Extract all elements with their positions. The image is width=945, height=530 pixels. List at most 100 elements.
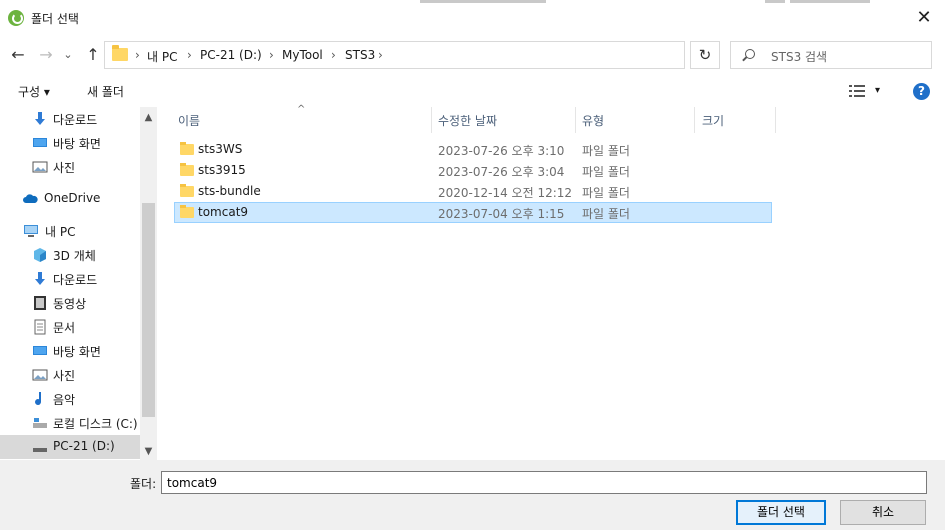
folder-icon xyxy=(180,184,194,197)
column-divider[interactable] xyxy=(775,107,776,133)
sidebar-item-downloads[interactable]: 다운로드 xyxy=(0,107,140,131)
computer-icon xyxy=(24,225,38,237)
recent-locations-chevron-icon[interactable]: ⌄ xyxy=(62,45,74,65)
search-icon xyxy=(745,49,755,59)
file-modified: 2023-07-04 오후 1:15 xyxy=(438,207,565,221)
background-window-edge xyxy=(420,0,546,3)
sidebar-item-drive-d[interactable]: PC-21 (D:) xyxy=(0,435,140,459)
folder-icon xyxy=(180,205,194,218)
file-modified: 2023-07-26 오후 3:10 xyxy=(438,144,565,158)
back-arrow-icon[interactable]: ← xyxy=(8,45,28,65)
sidebar-item-local-disk-c[interactable]: 로컬 디스크 (C:) xyxy=(0,411,140,435)
download-icon xyxy=(35,112,45,125)
music-icon xyxy=(35,392,42,406)
file-modified: 2020-12-14 오전 12:12 xyxy=(438,186,573,200)
file-row[interactable]: sts-bundle 2020-12-14 오전 12:12 파일 폴더 xyxy=(174,181,772,202)
column-header-type[interactable]: 유형 xyxy=(582,112,604,129)
sidebar-item-downloads-2[interactable]: 다운로드 xyxy=(0,267,140,291)
up-arrow-icon[interactable]: ↑ xyxy=(83,45,103,65)
3d-objects-icon xyxy=(34,248,46,262)
file-type: 파일 폴더 xyxy=(582,207,630,221)
file-list: ^ 이름 수정한 날짜 유형 크기 sts3WS 2023-07-26 오후 3… xyxy=(157,104,945,460)
sidebar-item-desktop[interactable]: 바탕 화면 xyxy=(0,131,140,155)
breadcrumb-sts3[interactable]: STS3 xyxy=(345,48,375,62)
folder-icon xyxy=(180,142,194,155)
cloud-icon xyxy=(23,194,38,203)
sidebar-item-label: 음악 xyxy=(53,393,76,407)
breadcrumb-drive-d[interactable]: PC-21 (D:) xyxy=(200,48,262,62)
sidebar-item-label: OneDrive xyxy=(44,191,101,205)
cancel-button[interactable]: 취소 xyxy=(840,500,926,525)
file-modified: 2023-07-26 오후 3:04 xyxy=(438,165,565,179)
column-divider[interactable] xyxy=(575,107,576,133)
file-name: tomcat9 xyxy=(198,205,249,219)
file-row-selected[interactable]: tomcat9 2023-07-04 오후 1:15 파일 폴더 xyxy=(174,202,772,223)
breadcrumb-separator: › xyxy=(331,48,336,62)
file-type: 파일 폴더 xyxy=(582,186,630,200)
file-name: sts3WS xyxy=(198,142,243,156)
sidebar-item-label: 3D 개체 xyxy=(53,249,96,263)
sidebar-item-onedrive[interactable]: OneDrive xyxy=(0,187,140,211)
sidebar-item-label: 바탕 화면 xyxy=(53,345,101,359)
scroll-down-arrow-icon[interactable]: ▼ xyxy=(140,443,157,460)
refresh-icon[interactable]: ↻ xyxy=(690,41,720,69)
command-toolbar: 구성 ▾ 새 폴더 ▾ ? xyxy=(0,76,945,107)
document-icon xyxy=(34,319,46,335)
sidebar-item-label: PC-21 (D:) xyxy=(53,439,115,453)
sidebar-item-label: 문서 xyxy=(53,321,76,335)
close-button[interactable]: ✕ xyxy=(911,7,937,31)
file-row[interactable]: sts3915 2023-07-26 오후 3:04 파일 폴더 xyxy=(174,160,772,181)
breadcrumb-separator: › xyxy=(378,48,383,62)
new-folder-button[interactable]: 새 폴더 xyxy=(87,83,124,100)
pictures-icon xyxy=(32,369,48,381)
download-icon xyxy=(35,272,45,285)
sort-ascending-caret-icon: ^ xyxy=(297,104,306,115)
sidebar-item-label: 동영상 xyxy=(53,297,87,311)
video-icon xyxy=(34,296,46,310)
column-header-size[interactable]: 크기 xyxy=(702,112,724,129)
organize-button[interactable]: 구성 ▾ xyxy=(18,83,50,100)
breadcrumb-separator: › xyxy=(187,48,192,62)
sidebar-item-pictures[interactable]: 사진 xyxy=(0,155,140,179)
navigation-bar: ← → ⌄ ↑ › 내 PC › PC-21 (D:) › MyTool › S… xyxy=(0,37,945,76)
help-icon[interactable]: ? xyxy=(913,83,930,100)
file-row[interactable]: sts3WS 2023-07-26 오후 3:10 파일 폴더 xyxy=(174,139,772,160)
sidebar-item-documents[interactable]: 문서 xyxy=(0,315,140,339)
view-dropdown-chevron-icon[interactable]: ▾ xyxy=(875,85,880,96)
file-name: sts3915 xyxy=(198,163,246,177)
pictures-icon xyxy=(32,161,48,173)
background-window-edge xyxy=(765,0,785,3)
sidebar-item-3d-objects[interactable]: 3D 개체 xyxy=(0,243,140,267)
breadcrumb-my-pc[interactable]: 내 PC xyxy=(147,48,177,65)
column-divider[interactable] xyxy=(694,107,695,133)
title-bar: 폴더 선택 ✕ xyxy=(0,0,945,37)
column-divider[interactable] xyxy=(431,107,432,133)
folder-name-input[interactable] xyxy=(161,471,927,494)
sidebar-item-videos[interactable]: 동영상 xyxy=(0,291,140,315)
column-header-modified[interactable]: 수정한 날짜 xyxy=(438,112,497,129)
sidebar-item-label: 바탕 화면 xyxy=(53,137,101,151)
search-placeholder: STS3 검색 xyxy=(771,50,828,64)
column-header-name[interactable]: 이름 xyxy=(178,112,200,129)
file-name: sts-bundle xyxy=(198,184,261,198)
navigation-pane: 다운로드 바탕 화면 사진 OneDrive 내 PC 3D 개체 다운로드 동… xyxy=(0,107,157,460)
forward-arrow-icon[interactable]: → xyxy=(36,45,56,65)
sidebar-scrollbar-thumb[interactable] xyxy=(142,203,155,417)
view-options-icon[interactable] xyxy=(849,85,867,97)
desktop-icon xyxy=(33,346,47,355)
search-input[interactable]: STS3 검색 xyxy=(730,41,932,69)
select-folder-button[interactable]: 폴더 선택 xyxy=(736,500,826,525)
dialog-footer: 폴더: 폴더 선택 취소 xyxy=(0,460,945,530)
sidebar-item-desktop-2[interactable]: 바탕 화면 xyxy=(0,339,140,363)
breadcrumb-mytool[interactable]: MyTool xyxy=(282,48,323,62)
scroll-up-arrow-icon[interactable]: ▲ xyxy=(140,109,157,126)
folder-label: 폴더: xyxy=(130,477,157,491)
sidebar-item-pictures-2[interactable]: 사진 xyxy=(0,363,140,387)
sidebar-item-label: 내 PC xyxy=(45,225,76,239)
sidebar-item-music[interactable]: 음악 xyxy=(0,387,140,411)
desktop-icon xyxy=(33,138,47,147)
spring-app-icon xyxy=(8,10,24,26)
address-bar[interactable]: › 내 PC › PC-21 (D:) › MyTool › STS3 › xyxy=(104,41,685,69)
sidebar-item-this-pc[interactable]: 내 PC xyxy=(0,219,140,243)
folder-icon xyxy=(180,163,194,176)
